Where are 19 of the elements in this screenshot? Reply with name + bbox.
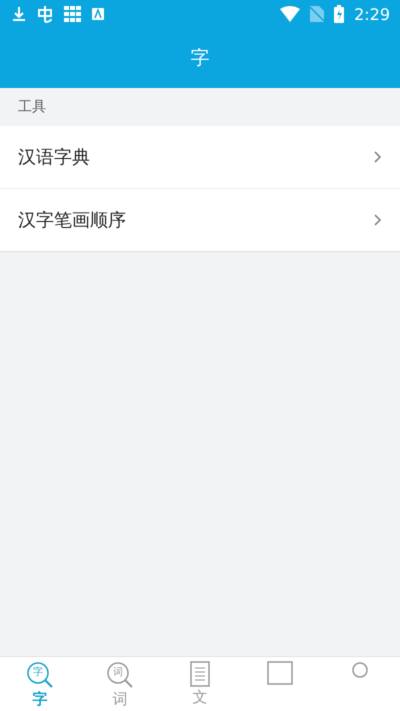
chevron-icon — [374, 214, 382, 226]
app-icon — [92, 8, 104, 20]
card-icon — [267, 661, 293, 687]
nav-tab[interactable]: 文 — [160, 657, 240, 711]
bug-icon — [36, 5, 54, 23]
list-item[interactable]: 汉字笔画顺序 — [0, 188, 400, 251]
battery-charging-icon — [334, 5, 344, 23]
wifi-icon — [280, 6, 300, 22]
download-icon — [12, 6, 26, 22]
no-sim-icon — [310, 6, 324, 22]
section-title: 工具 — [18, 98, 46, 116]
chevron-icon — [374, 151, 382, 163]
document-icon — [190, 661, 210, 687]
status-time: 2:29 — [354, 4, 390, 24]
list-item[interactable]: 汉语字典 — [0, 126, 400, 188]
page-title: 字 — [190, 46, 210, 71]
grid-icon — [64, 6, 82, 22]
nav-tab[interactable]: 词 词 — [80, 657, 160, 711]
nav-tab[interactable]: 字 字 — [0, 657, 80, 711]
